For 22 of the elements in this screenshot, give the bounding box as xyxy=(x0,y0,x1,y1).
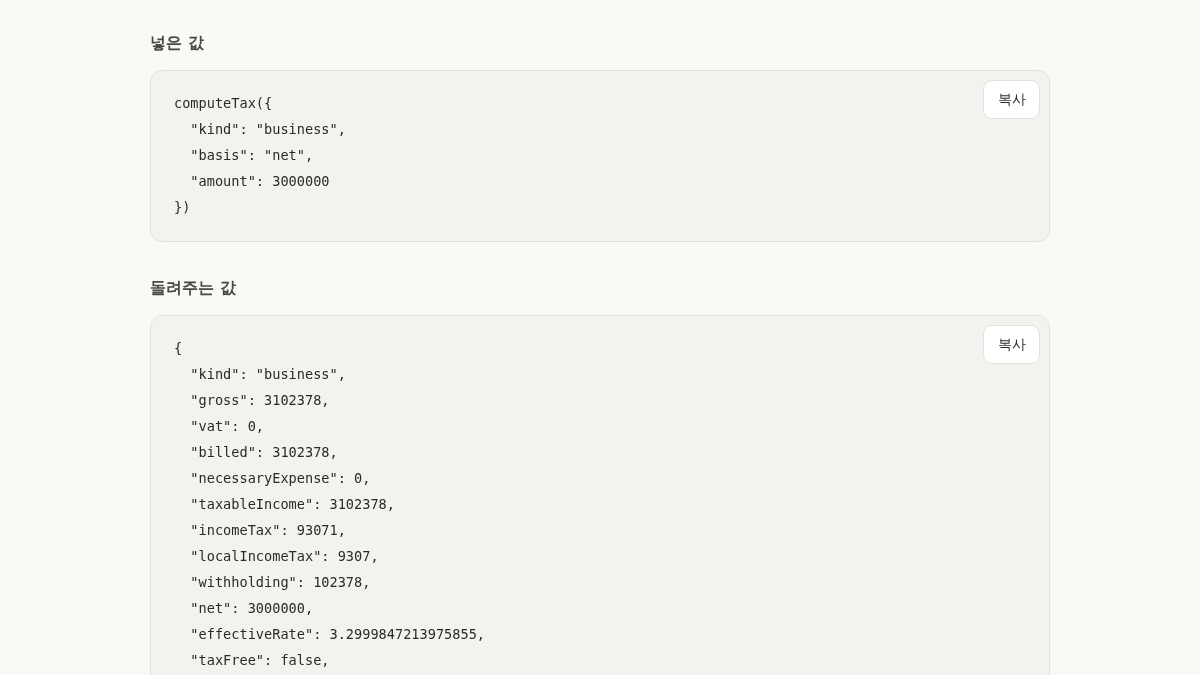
code-line: "effectiveRate": 3.2999847213975855, xyxy=(189,625,485,644)
code-line: "vat": 0, xyxy=(189,417,265,436)
code-line: { xyxy=(174,339,183,358)
code-line: "gross": 3102378, xyxy=(189,391,330,410)
code-line: "kind": "business", xyxy=(189,120,346,139)
code-line: "kind": "business", xyxy=(189,365,346,384)
copy-button[interactable]: 복사 xyxy=(983,325,1040,364)
copy-button[interactable]: 복사 xyxy=(983,80,1040,119)
section-heading: 돌려주는 값 xyxy=(150,278,237,298)
code-line: "basis": "net", xyxy=(189,146,314,165)
code-line: "net": 3000000, xyxy=(189,599,314,618)
code-line: "amount": 3000000 xyxy=(189,172,330,191)
code-line: "taxableIncome": 3102378, xyxy=(189,495,395,514)
code-line: "taxFree": false, xyxy=(189,651,330,670)
code-line: "incomeTax": 93071, xyxy=(189,521,346,540)
code-line: "billed": 3102378, xyxy=(189,443,338,462)
code-line: "necessaryExpense": 0, xyxy=(189,469,371,488)
code-line: computeTax({ xyxy=(174,94,273,113)
code-line: "withholding": 102378, xyxy=(189,573,371,592)
section-heading: 넣은 값 xyxy=(150,33,205,53)
code-line: }) xyxy=(174,198,191,217)
code-line: "localIncomeTax": 9307, xyxy=(189,547,379,566)
